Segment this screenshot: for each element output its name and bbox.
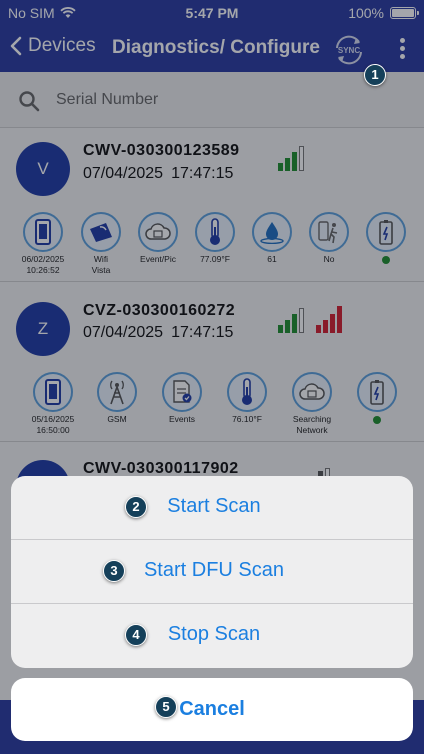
scan-action-sheet: 2 Start Scan 3 Start DFU Scan 4 Stop Sca… [11, 476, 413, 668]
step-badge-1: 1 [364, 64, 386, 86]
stop-scan-option[interactable]: 4 Stop Scan [11, 604, 413, 668]
start-dfu-scan-label: Start DFU Scan [143, 559, 285, 581]
screen: No SIM 5:47 PM 100% Devices Diagnostics/… [0, 0, 424, 754]
start-dfu-scan-option[interactable]: 3 Start DFU Scan [11, 540, 413, 604]
cancel-button[interactable]: 5 Cancel [11, 678, 413, 741]
start-scan-label: Start Scan [167, 495, 261, 517]
start-scan-option[interactable]: 2 Start Scan [11, 476, 413, 540]
cancel-label: Cancel [179, 698, 245, 720]
stop-scan-label: Stop Scan [167, 623, 261, 645]
